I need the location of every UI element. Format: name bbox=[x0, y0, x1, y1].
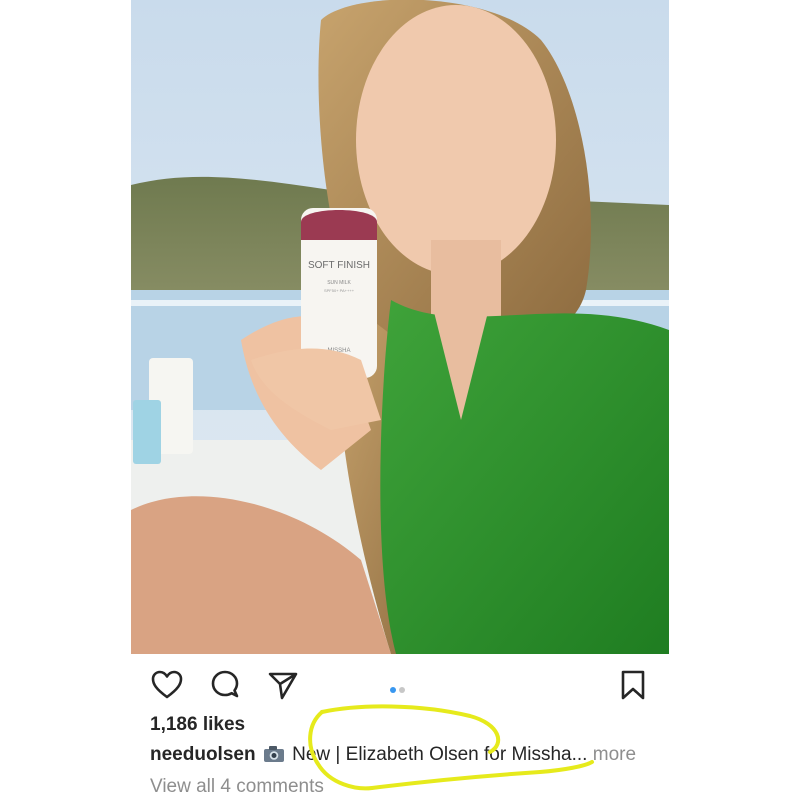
bookmark-icon[interactable] bbox=[616, 668, 650, 702]
carousel-indicator bbox=[390, 680, 408, 693]
view-all-comments-link[interactable]: View all 4 comments bbox=[150, 776, 324, 798]
comment-icon[interactable] bbox=[208, 668, 242, 702]
caption-username[interactable]: needuolsen bbox=[150, 744, 256, 765]
heart-icon[interactable] bbox=[150, 668, 184, 702]
product-name-label: SOFT FINISH bbox=[308, 260, 370, 271]
likes-count[interactable]: 1,186 likes bbox=[150, 714, 245, 736]
carousel-dot-active bbox=[390, 687, 396, 693]
post-photo-illustration: SOFT FINISH SUN MILK SPF50+ PA++++ MISSH… bbox=[131, 0, 669, 654]
paper-plane-icon[interactable] bbox=[266, 668, 300, 702]
product-sub2-label: SPF50+ PA++++ bbox=[324, 288, 355, 293]
product-sub-label: SUN MILK bbox=[327, 280, 351, 286]
post-action-bar bbox=[150, 668, 650, 702]
caption-more-link[interactable]: more bbox=[587, 744, 636, 765]
carousel-dot bbox=[399, 687, 405, 693]
camera-emoji-icon bbox=[263, 745, 285, 769]
post-caption: needuolsen New | Elizabeth Olsen for Mis… bbox=[150, 744, 636, 769]
caption-text: New | Elizabeth Olsen for Missha... bbox=[286, 744, 588, 765]
post-photo[interactable]: SOFT FINISH SUN MILK SPF50+ PA++++ MISSH… bbox=[131, 0, 669, 654]
